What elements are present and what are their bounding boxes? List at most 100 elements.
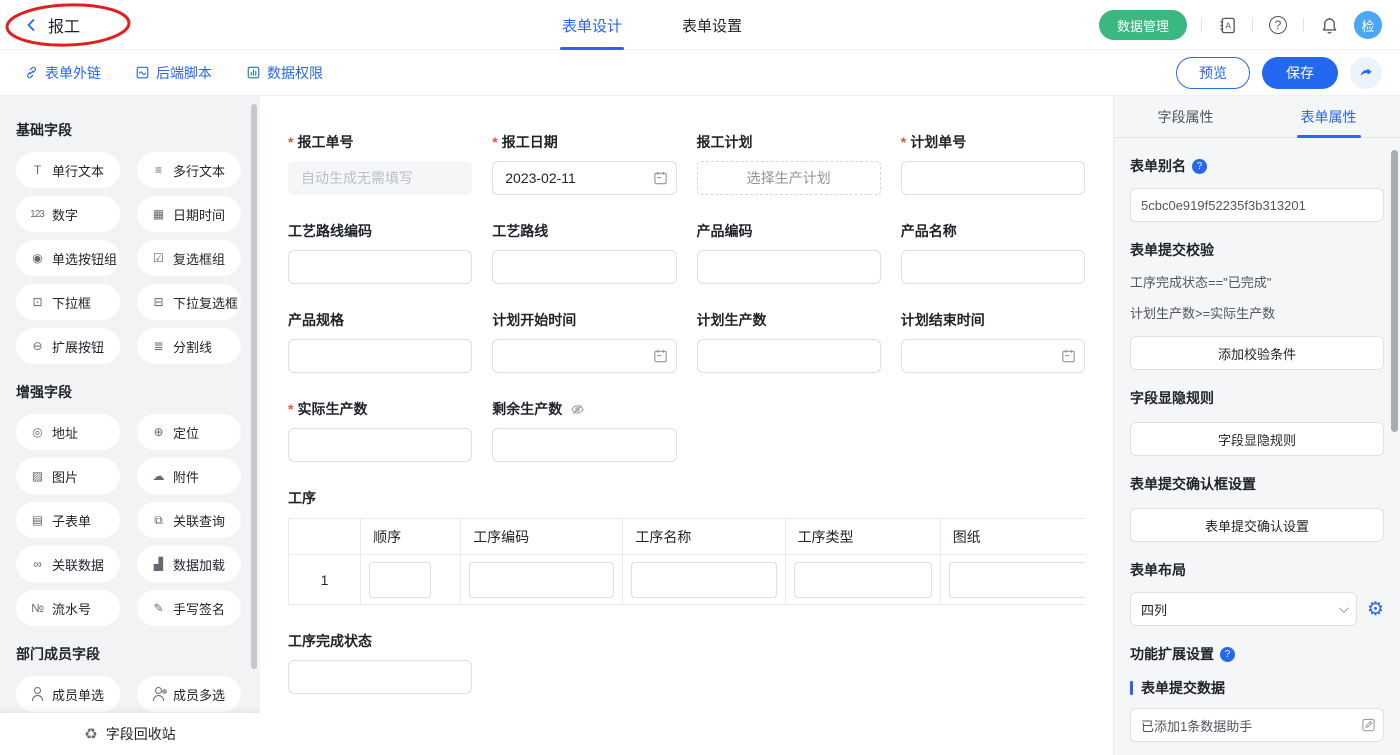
field-route-code[interactable]: 工艺路线编码 [288,221,472,284]
submit-confirm-button[interactable]: 表单提交确认设置 [1130,508,1384,542]
toolbar-links: 表单外链 后端脚本 数据权限 [0,63,323,83]
process-status-input[interactable] [288,660,472,694]
field-work-order-no[interactable]: *报工单号 [288,132,472,195]
column-header: 图纸 [940,519,1085,555]
field-actual-qty[interactable]: *实际生产数 [288,399,472,462]
route-code-input[interactable] [288,250,472,284]
layout-gear-icon[interactable]: ⚙ [1367,600,1384,619]
enhanced-fields-grid: ◎地址 ⊕定位 ▨图片 ☁附件 ▤子表单 ⧉关联查询 ∞关联数据 ▟数据加载 №… [16,414,246,626]
plan-start-time-input[interactable] [492,339,676,373]
sidebar-item-divider-line[interactable]: ≣分割线 [137,328,241,364]
field-plan-no[interactable]: *计划单号 [901,132,1085,195]
tab-form-properties[interactable]: 表单属性 [1257,96,1400,137]
bell-icon[interactable] [1318,14,1340,36]
sidebar-item-number[interactable]: 123数字 [16,196,120,232]
form-canvas[interactable]: *报工单号 *报工日期 报工计划 选择生产计划 *计划单号 工艺路线编码 [260,96,1113,755]
panel-scrollbar[interactable] [1391,150,1398,432]
field-plan-qty[interactable]: 计划生产数 [697,310,881,373]
sidebar-item-relation-data[interactable]: ∞关联数据 [16,546,120,582]
process-name-cell-input[interactable] [631,562,776,598]
actual-qty-input[interactable] [288,428,472,462]
process-type-cell-input[interactable] [794,562,932,598]
sidebar-item-datetime[interactable]: ▦日期时间 [137,196,241,232]
field-remaining-qty[interactable]: 剩余生产数 [492,399,676,462]
product-spec-input[interactable] [288,339,472,373]
subtable-label: 工序 [288,488,1085,508]
validation-rule[interactable]: 工序完成状态=="已完成" [1130,272,1384,291]
avatar[interactable]: 检 [1354,11,1382,39]
submit-data-input[interactable] [1130,708,1384,742]
sidebar-item-member-single[interactable]: 成员单选 [16,676,120,712]
sidebar-item-location[interactable]: ⊕定位 [137,414,241,450]
data-manage-button[interactable]: 数据管理 [1099,10,1187,40]
sidebar-item-multi-select[interactable]: ⊟下拉复选框 [137,284,241,320]
remaining-qty-input[interactable] [492,428,676,462]
sidebar-item-attachment[interactable]: ☁附件 [137,458,241,494]
tab-form-design[interactable]: 表单设计 [560,0,624,50]
backend-script-button[interactable]: 后端脚本 [135,63,212,83]
select-production-plan-button[interactable]: 选择生产计划 [697,161,881,195]
sidebar-item-relation-query[interactable]: ⧉关联查询 [137,502,241,538]
visibility-rules-button[interactable]: 字段显隐规则 [1130,422,1384,456]
subtable-field[interactable]: 工序 顺序 工序编码 工序名称 工序类型 图纸 1 [288,488,1085,605]
sidebar-item-multi-line-text[interactable]: ≡多行文本 [137,152,241,188]
sidebar-item-signature[interactable]: ✎手写签名 [137,590,241,626]
plan-qty-input[interactable] [697,339,881,373]
sidebar-item-member-multi[interactable]: 成员多选 [137,676,241,712]
field-recycle-bin-button[interactable]: ♻ 字段回收站 [0,713,260,755]
back-button[interactable]: 报工 [0,13,300,37]
sidebar-item-image[interactable]: ▨图片 [16,458,120,494]
product-code-input[interactable] [697,250,881,284]
help-icon[interactable]: ? [1267,14,1289,36]
sidebar-scrollbar[interactable] [251,104,257,669]
validation-rule[interactable]: 计划生产数>=实际生产数 [1130,303,1384,322]
contact-book-icon[interactable]: A [1216,14,1238,36]
field-plan-start-time[interactable]: 计划开始时间 [492,310,676,373]
help-question-icon[interactable]: ? [1192,159,1207,174]
sidebar-item-subform[interactable]: ▤子表单 [16,502,120,538]
external-link-button[interactable]: 表单外链 [24,63,101,83]
field-product-code[interactable]: 产品编码 [697,221,881,284]
field-plan-end-time[interactable]: 计划结束时间 [901,310,1085,373]
sidebar-item-select[interactable]: ⊡下拉框 [16,284,120,320]
index-column-header [289,519,361,555]
field-report-plan[interactable]: 报工计划 选择生产计划 [697,132,881,195]
sidebar-item-single-line-text[interactable]: T单行文本 [16,152,120,188]
form-designer-app: 报工 表单设计 表单设置 数据管理 A ? 检 [0,0,1400,755]
field-report-date[interactable]: *报工日期 [492,132,676,195]
field-route[interactable]: 工艺路线 [492,221,676,284]
product-name-input[interactable] [901,250,1085,284]
layout-select[interactable]: 四列 [1130,592,1357,626]
plan-end-time-input[interactable] [901,339,1085,373]
image-icon: ▨ [29,469,45,483]
hidden-field-eye-icon[interactable] [570,402,585,417]
sidebar-item-extend-button[interactable]: ⊖扩展按钮 [16,328,120,364]
sidebar-item-address[interactable]: ◎地址 [16,414,120,450]
field-process-status[interactable]: 工序完成状态 [288,631,472,694]
sidebar-item-checkbox-group[interactable]: ☑复选框组 [137,240,241,276]
data-permission-button[interactable]: 数据权限 [246,63,323,83]
sidebar-item-serial-number[interactable]: №流水号 [16,590,120,626]
field-product-spec[interactable]: 产品规格 [288,310,472,373]
add-validation-button[interactable]: 添加校验条件 [1130,336,1384,370]
process-subtable: 顺序 工序编码 工序名称 工序类型 图纸 1 [288,518,1085,605]
report-date-input[interactable] [492,161,676,195]
preview-button[interactable]: 预览 [1176,57,1250,89]
share-button[interactable] [1350,57,1382,89]
route-input[interactable] [492,250,676,284]
drawing-cell-input[interactable] [949,562,1085,598]
sequence-cell-input[interactable] [369,562,431,598]
edit-pencil-icon[interactable] [1361,718,1376,733]
tab-field-properties[interactable]: 字段属性 [1114,96,1257,137]
field-product-name[interactable]: 产品名称 [901,221,1085,284]
work-order-no-input[interactable] [288,161,472,195]
sidebar-item-data-load[interactable]: ▟数据加载 [137,546,241,582]
share-icon [1358,65,1374,81]
sidebar-item-radio-group[interactable]: ◉单选按钮组 [16,240,120,276]
plan-no-input[interactable] [901,161,1085,195]
process-code-cell-input[interactable] [469,562,614,598]
save-button[interactable]: 保存 [1262,57,1338,89]
tab-form-settings[interactable]: 表单设置 [680,0,744,50]
form-alias-input[interactable] [1130,188,1384,222]
help-question-icon[interactable]: ? [1220,647,1235,662]
